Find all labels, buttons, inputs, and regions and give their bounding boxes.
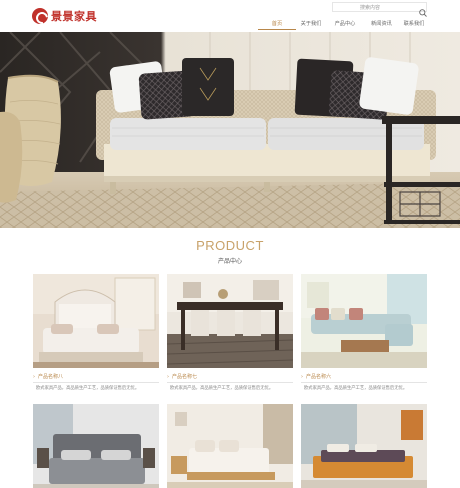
search-box[interactable]: 搜索内容 <box>332 2 428 17</box>
nav-item-news[interactable]: 新闻资讯 <box>364 16 399 30</box>
product-image-ornate-bed[interactable] <box>33 274 159 368</box>
main-nav: 首页 关于我们 产品中心 新闻资讯 联系我们 <box>258 16 429 30</box>
product-section-title-en: PRODUCT <box>196 238 264 253</box>
product-image-dining-table[interactable] <box>167 274 293 368</box>
nav-item-products[interactable]: 产品中心 <box>326 16 364 30</box>
hero-banner[interactable] <box>0 32 460 228</box>
page: 景景家具 搜索内容 首页 关于我们 产品中心 新闻资讯 联系我们 PRODUCT… <box>0 0 460 488</box>
banner-sofa-image <box>0 32 460 228</box>
product-image-sectional-sofa[interactable] <box>301 274 427 368</box>
product-name[interactable]: 产品名称八 <box>33 373 63 380</box>
product-name[interactable]: 产品名称七 <box>167 373 197 380</box>
product-image-platform-bed[interactable] <box>301 404 427 488</box>
nav-item-contact[interactable]: 联系我们 <box>399 16 429 30</box>
logo-mark-icon <box>32 8 48 24</box>
product-divider <box>301 382 427 383</box>
logo[interactable]: 景景家具 <box>32 8 97 24</box>
search-icon[interactable] <box>418 3 428 17</box>
product-divider <box>167 382 293 383</box>
product-divider <box>33 382 159 383</box>
product-description: 欧式家具产品，高品质生产工艺，品质保证售后无忧。 <box>36 386 140 391</box>
search-input[interactable]: 搜索内容 <box>360 4 380 11</box>
product-section-title-cn: 产品中心 <box>217 258 242 265</box>
nav-item-home[interactable]: 首页 <box>258 16 296 30</box>
product-description: 欧式家具产品，高品质生产工艺，品质保证售后无忧。 <box>170 386 274 391</box>
nav-item-about[interactable]: 关于我们 <box>296 16 326 30</box>
product-image-upholstered-bed[interactable] <box>33 404 159 488</box>
logo-text: 景景家具 <box>51 10 97 23</box>
product-name[interactable]: 产品名称六 <box>301 373 331 380</box>
site-header: 景景家具 搜索内容 首页 关于我们 产品中心 新闻资讯 联系我们 <box>0 0 460 32</box>
product-image-wooden-bed[interactable] <box>167 404 293 488</box>
product-description: 欧式家具产品，高品质生产工艺，品质保证售后无忧。 <box>304 386 408 391</box>
